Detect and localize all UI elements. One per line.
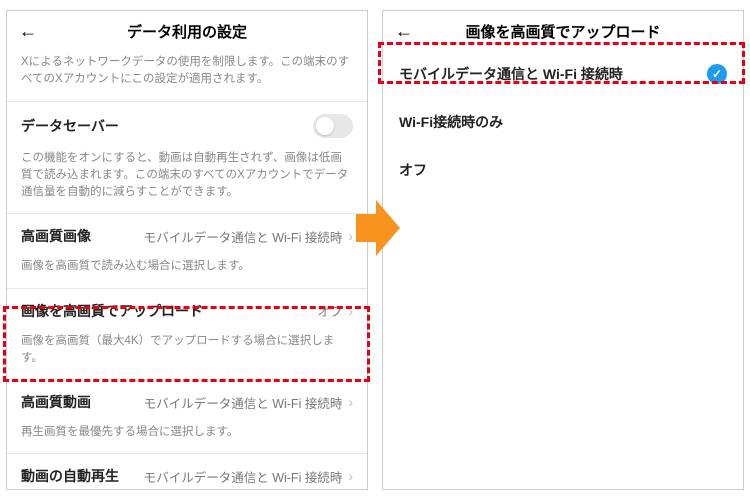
- check-icon: ✓: [707, 64, 727, 84]
- option-label: Wi-Fi接続時のみ: [399, 112, 503, 132]
- row-value: モバイルデータ通信と Wi-Fi 接続時: [91, 227, 348, 246]
- row-value: モバイルデータ通信と Wi-Fi 接続時: [91, 393, 348, 412]
- row-desc: 画像を高画質で読み込む場合に選択します。: [7, 258, 367, 287]
- arrow-right-icon: [356, 200, 400, 256]
- option-label: モバイルデータ通信と Wi-Fi 接続時: [399, 64, 623, 84]
- row-high-quality-video[interactable]: 高画質動画 モバイルデータ通信と Wi-Fi 接続時 ›: [7, 380, 367, 424]
- data-saver-row[interactable]: データセーバー: [7, 102, 367, 150]
- row-label: 高画質画像: [21, 226, 91, 246]
- data-saver-desc: この機能をオンにすると、動画は自動再生されず、画像は低画質で読み込まれます。この…: [7, 150, 367, 214]
- row-label: 画像を高画質でアップロード: [21, 301, 203, 321]
- settings-screen: ← データ利用の設定 Xによるネットワークデータの使用を制限します。この端末のす…: [6, 10, 368, 490]
- chevron-right-icon: ›: [348, 228, 353, 244]
- row-upload-high-quality[interactable]: 画像を高画質でアップロード オフ ›: [7, 289, 367, 333]
- row-value: モバイルデータ通信と Wi-Fi 接続時: [119, 467, 348, 486]
- data-saver-toggle[interactable]: [313, 114, 353, 138]
- option-label: オフ: [399, 160, 427, 180]
- row-value: オフ: [203, 301, 348, 320]
- row-high-quality-image[interactable]: 高画質画像 モバイルデータ通信と Wi-Fi 接続時 ›: [7, 214, 367, 258]
- option-mobile-and-wifi[interactable]: モバイルデータ通信と Wi-Fi 接続時 ✓: [383, 50, 743, 98]
- data-saver-label: データセーバー: [21, 116, 119, 136]
- option-off[interactable]: オフ: [383, 146, 743, 194]
- option-wifi-only[interactable]: Wi-Fi接続時のみ: [383, 98, 743, 146]
- row-label: 高画質動画: [21, 392, 91, 412]
- header: ← 画像を高画質でアップロード: [383, 11, 743, 50]
- chevron-right-icon: ›: [348, 468, 353, 484]
- row-desc: 再生画質を最優先する場合に選択します。: [7, 424, 367, 453]
- page-title: データ利用の設定: [19, 21, 355, 42]
- row-label: 動画の自動再生: [21, 466, 119, 486]
- intro-text: Xによるネットワークデータの使用を制限します。この端末のすべてのXアカウントにこ…: [7, 50, 367, 101]
- row-desc: 画像を高画質（最大4K）でアップロードする場合に選択します。: [7, 333, 367, 380]
- upload-quality-screen: ← 画像を高画質でアップロード モバイルデータ通信と Wi-Fi 接続時 ✓ W…: [382, 10, 744, 490]
- row-autoplay-video[interactable]: 動画の自動再生 モバイルデータ通信と Wi-Fi 接続時 ›: [7, 454, 367, 490]
- chevron-right-icon: ›: [348, 303, 353, 319]
- page-title: 画像を高画質でアップロード: [395, 21, 731, 42]
- chevron-right-icon: ›: [348, 394, 353, 410]
- header: ← データ利用の設定: [7, 11, 367, 50]
